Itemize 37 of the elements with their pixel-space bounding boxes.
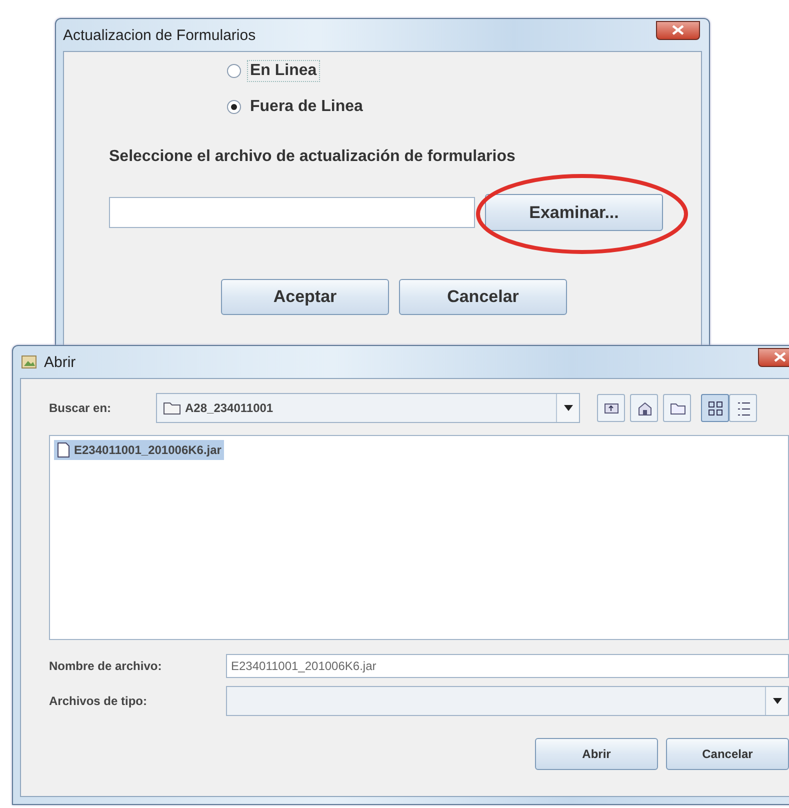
dialog-button[interactable]: Abrir [535,738,658,770]
window-title: Abrir [44,354,77,370]
dialog-button[interactable]: Cancelar [666,738,789,770]
file-list[interactable]: E234011001_201006K6.jar [49,435,789,640]
radio-button[interactable] [227,100,241,114]
toolbar-button[interactable] [630,394,658,422]
toolbar-button[interactable] [729,394,757,422]
caret-icon [564,405,572,411]
window-title: Actualizacion de Formularios [63,26,257,44]
prompt-text: Seleccione el archivo de actualización de formularios [109,148,516,166]
caret-icon [772,698,782,704]
app-icon [20,353,38,371]
close-button[interactable] [758,348,789,366]
dropdown-value: A28_234011001 [185,401,274,415]
home-icon [636,400,652,416]
dialog-button[interactable]: Aceptar [221,279,389,315]
toolbar-button[interactable] [701,394,729,422]
close-icon [774,352,786,362]
file-item[interactable]: E234011001_201006K6.jar [54,440,224,460]
grid-icon [706,400,724,416]
browse-button[interactable]: Examinar... [485,194,663,231]
field-label: Archivos de tipo: [49,694,148,708]
field-label: Buscar en: [49,401,112,415]
file-icon [57,442,70,458]
dialog-button[interactable]: Cancelar [399,279,567,315]
field-label: Nombre de archivo: [49,659,163,673]
toolbar-button[interactable] [597,394,625,422]
radio-label[interactable]: En Linea [247,60,320,82]
file-name-field[interactable]: E234011001_201006K6.jar [226,654,789,678]
folder-icon [163,401,181,415]
close-icon [672,25,684,35]
look-in-dropdown[interactable]: A28_234011001 [156,393,580,423]
toolbar-button[interactable] [663,394,691,422]
file-path-field[interactable] [109,197,475,228]
close-button[interactable] [656,20,700,40]
radio-button[interactable] [227,64,241,78]
radio-label[interactable]: Fuera de Linea [247,96,366,118]
